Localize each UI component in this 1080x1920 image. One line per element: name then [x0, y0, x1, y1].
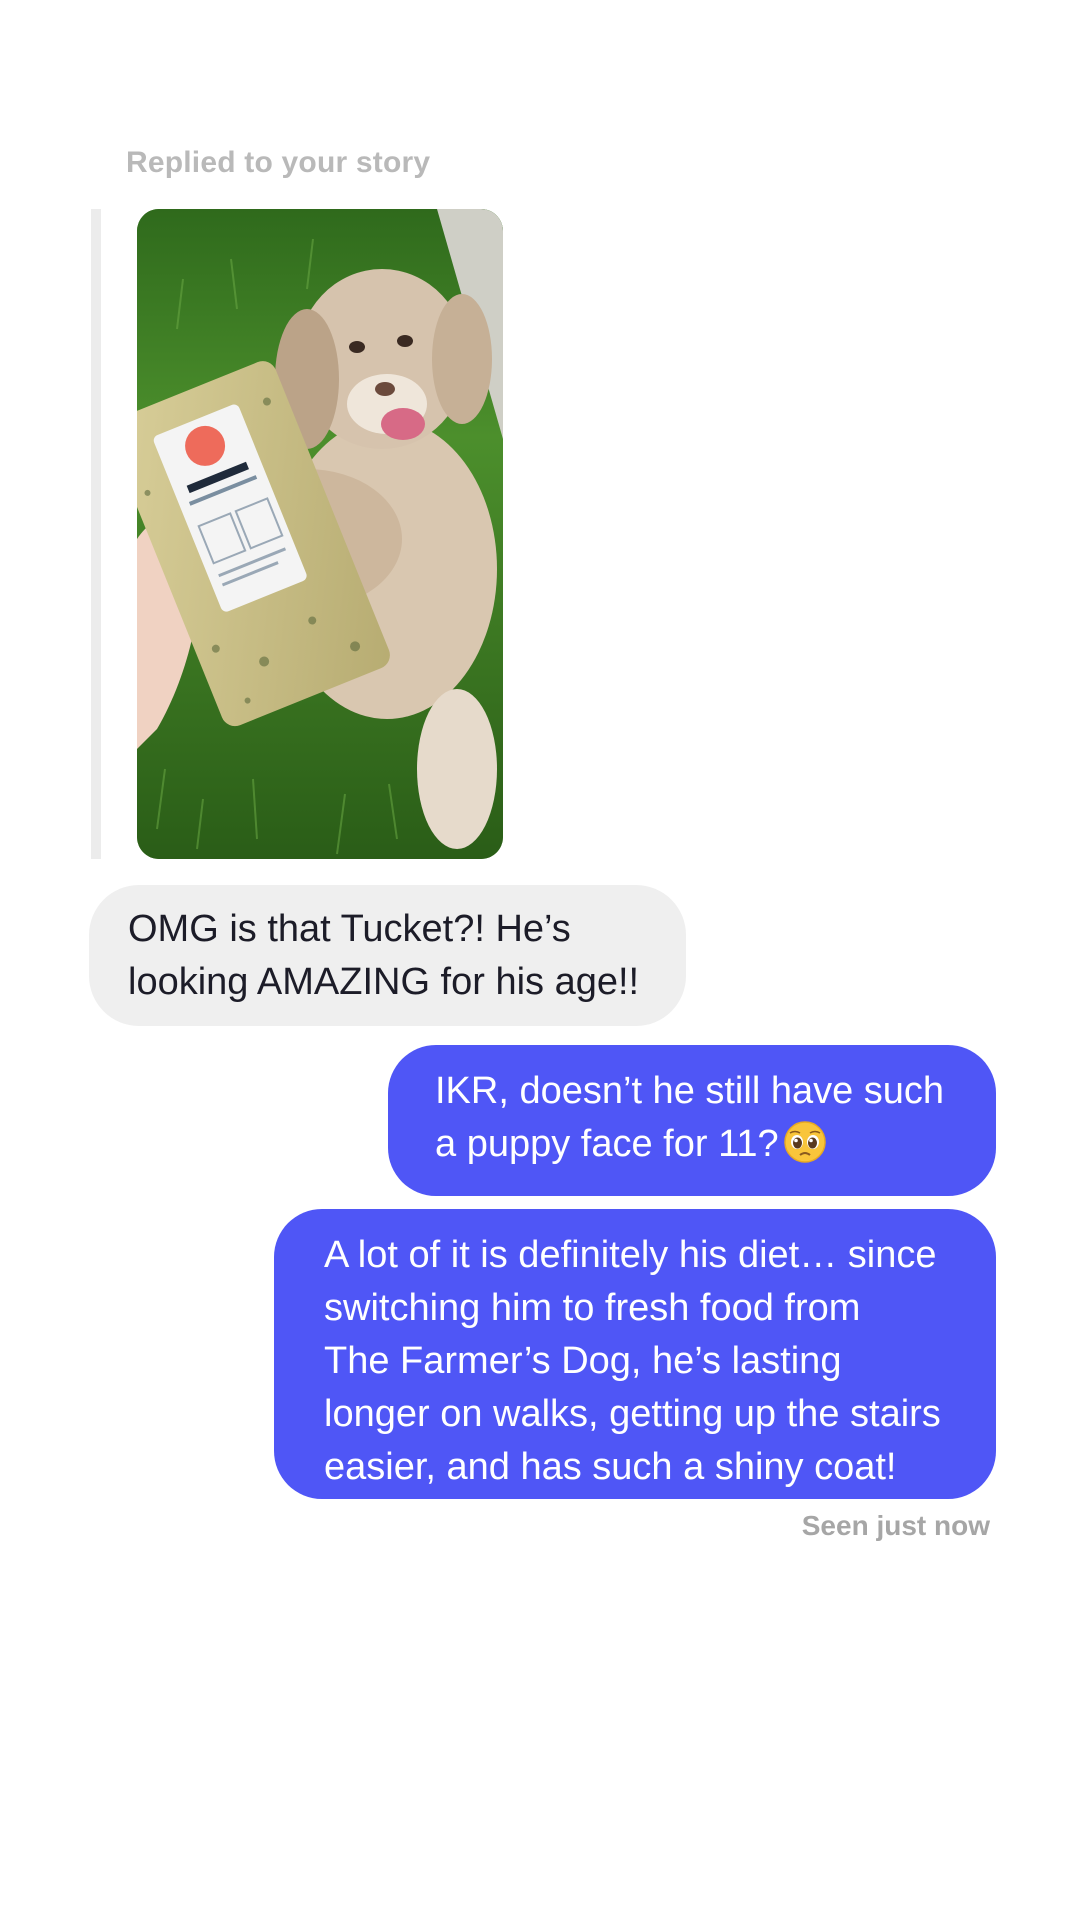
message-line: OMG is that Tucket?! He’s [128, 908, 571, 950]
story-quote-bar [91, 209, 101, 859]
story-reply-label: Replied to your story [126, 146, 431, 179]
message-line: IKR, doesn’t he still have such [435, 1070, 945, 1112]
story-thumbnail[interactable] [137, 209, 503, 859]
dog-photo-thumbnail [137, 209, 503, 859]
pleading-face-emoji [783, 1120, 827, 1179]
message-bubble-incoming[interactable]: OMG is that Tucket?! He’s looking AMAZIN… [89, 885, 686, 1026]
message-line: switching him to fresh food from [324, 1287, 861, 1329]
message-text: a puppy face for 11? [435, 1123, 779, 1165]
message-bubble-outgoing[interactable]: A lot of it is definitely his diet… sinc… [274, 1209, 996, 1499]
message-line: a puppy face for 11? [435, 1118, 966, 1179]
seen-status: Seen just now [801, 1510, 990, 1541]
message-line: easier, and has such a shiny coat! [324, 1446, 897, 1488]
message-line: A lot of it is definitely his diet… sinc… [324, 1234, 937, 1276]
message-line: looking AMAZING for his age!! [128, 961, 640, 1003]
message-line: longer on walks, getting up the stairs [324, 1393, 941, 1435]
message-bubble-outgoing[interactable]: IKR, doesn’t he still have such a puppy … [388, 1045, 996, 1196]
message-line: The Farmer’s Dog, he’s lasting [324, 1340, 842, 1382]
